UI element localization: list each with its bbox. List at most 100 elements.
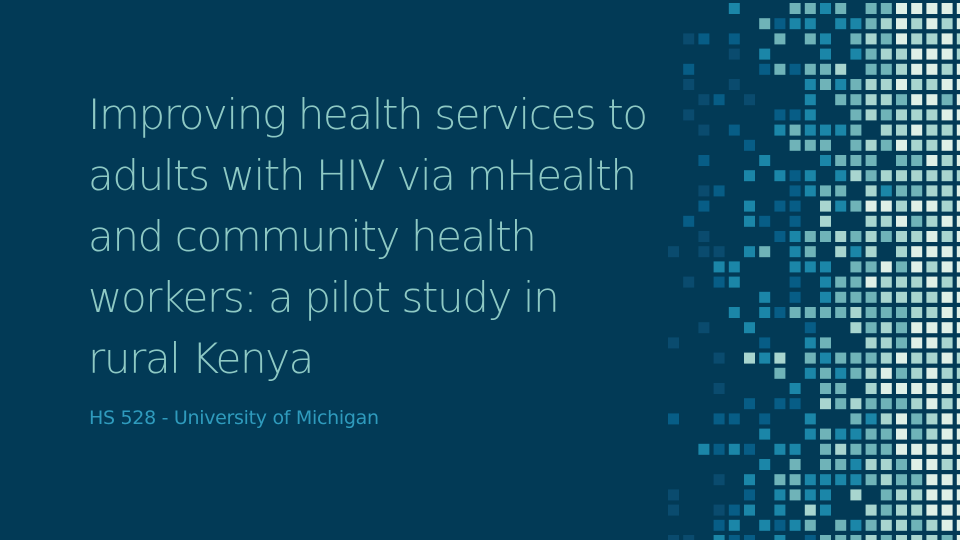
mosaic-square — [850, 231, 862, 242]
mosaic-square — [865, 109, 877, 121]
mosaic-square — [835, 185, 847, 197]
mosaic-square — [896, 33, 907, 45]
mosaic-square — [774, 489, 786, 501]
mosaic-square — [774, 398, 786, 410]
mosaic-square — [713, 94, 725, 106]
mosaic-square — [744, 94, 755, 106]
mosaic-square — [698, 231, 710, 242]
mosaic-square — [850, 79, 862, 90]
mosaic-square — [804, 504, 816, 516]
mosaic-square — [804, 367, 816, 379]
mosaic-square — [896, 63, 907, 75]
mosaic-square — [926, 322, 938, 334]
mosaic-square — [835, 124, 847, 136]
mosaic-square — [865, 94, 877, 106]
mosaic-square — [820, 398, 831, 410]
mosaic-square — [668, 246, 679, 258]
mosaic-square — [941, 139, 953, 151]
mosaic-square — [941, 170, 953, 182]
mosaic-square — [850, 155, 862, 166]
mosaic-square — [896, 231, 907, 242]
mosaic-square — [896, 535, 907, 540]
mosaic-square — [835, 3, 847, 14]
mosaic-square — [926, 535, 938, 540]
mosaic-square — [865, 231, 877, 242]
mosaic-square — [835, 18, 847, 30]
mosaic-square — [926, 307, 938, 318]
mosaic-square — [941, 413, 953, 425]
mosaic-square — [880, 459, 892, 470]
mosaic-square — [789, 291, 801, 303]
mosaic-square — [728, 48, 740, 60]
mosaic-square — [911, 535, 923, 540]
mosaic-square — [850, 291, 862, 303]
mosaic-square — [880, 109, 892, 121]
mosaic-square — [941, 231, 953, 242]
mosaic-square — [759, 48, 771, 60]
slide-subtitle: HS 528 - University of Michigan — [89, 407, 379, 429]
mosaic-square — [911, 3, 923, 14]
mosaic-square — [759, 215, 771, 227]
mosaic-square — [941, 535, 953, 540]
mosaic-square — [713, 443, 725, 455]
mosaic-square — [698, 200, 710, 212]
mosaic-square — [941, 200, 953, 212]
mosaic-square — [941, 352, 953, 364]
mosaic-square — [698, 443, 710, 455]
mosaic-square — [850, 48, 862, 60]
mosaic-square — [941, 489, 953, 501]
mosaic-square — [759, 18, 771, 30]
mosaic-square — [911, 519, 923, 531]
mosaic-square — [941, 383, 953, 394]
mosaic-square — [759, 428, 771, 440]
mosaic-square — [865, 79, 877, 90]
mosaic-square — [911, 307, 923, 318]
mosaic-square — [683, 79, 695, 90]
mosaic-square — [941, 322, 953, 334]
mosaic-square — [820, 337, 831, 349]
mosaic-square — [896, 443, 907, 455]
mosaic-square — [911, 398, 923, 410]
mosaic-square — [820, 383, 831, 394]
mosaic-square — [789, 246, 801, 258]
mosaic-square — [850, 307, 862, 318]
mosaic-square — [896, 124, 907, 136]
mosaic-square — [896, 383, 907, 394]
mosaic-square — [789, 215, 801, 227]
mosaic-square — [880, 291, 892, 303]
mosaic-square — [820, 489, 831, 501]
mosaic-square — [683, 63, 695, 75]
mosaic-square — [728, 504, 740, 516]
mosaic-square — [926, 79, 938, 90]
mosaic-square — [911, 261, 923, 273]
mosaic-square — [774, 443, 786, 455]
mosaic-square — [820, 185, 831, 197]
mosaic-square — [759, 63, 771, 75]
mosaic-square — [941, 48, 953, 60]
mosaic-square — [789, 474, 801, 486]
mosaic-square — [926, 261, 938, 273]
mosaic-square — [744, 200, 755, 212]
mosaic-square — [941, 443, 953, 455]
mosaic-square — [911, 231, 923, 242]
mosaic-square — [926, 18, 938, 30]
mosaic-square — [896, 291, 907, 303]
mosaic-square — [865, 155, 877, 166]
mosaic-square — [728, 276, 740, 288]
mosaic-square — [896, 185, 907, 197]
mosaic-square — [713, 535, 725, 540]
mosaic-square — [850, 535, 862, 540]
mosaic-square — [880, 489, 892, 501]
mosaic-square — [911, 18, 923, 30]
mosaic-square — [896, 79, 907, 90]
mosaic-square — [713, 185, 725, 197]
mosaic-square — [850, 367, 862, 379]
mosaic-square — [774, 33, 786, 45]
mosaic-square — [850, 139, 862, 151]
mosaic-square — [865, 519, 877, 531]
mosaic-square — [911, 291, 923, 303]
mosaic-square — [789, 307, 801, 318]
mosaic-square — [880, 33, 892, 45]
mosaic-square — [835, 459, 847, 470]
mosaic-square — [880, 79, 892, 90]
